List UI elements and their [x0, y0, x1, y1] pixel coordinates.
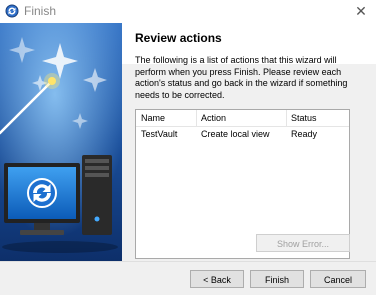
table-row[interactable]: TestVault Create local view Ready: [136, 128, 349, 142]
wizard-content: Review actions The following is a list o…: [122, 23, 376, 261]
finish-button[interactable]: Finish: [250, 270, 304, 288]
window-title: Finish: [24, 4, 57, 18]
app-icon: [5, 4, 19, 18]
column-header-action[interactable]: Action: [201, 113, 226, 123]
title-bar: Finish ✕: [0, 0, 376, 23]
show-error-button[interactable]: Show Error...: [256, 234, 350, 252]
column-divider[interactable]: [196, 110, 197, 126]
page-description: The following is a list of actions that …: [135, 55, 348, 100]
row-name: TestVault: [141, 129, 178, 139]
page-title: Review actions: [135, 31, 222, 45]
row-status: Ready: [291, 129, 318, 139]
close-icon[interactable]: ✕: [352, 2, 370, 20]
column-header-status[interactable]: Status: [291, 113, 317, 123]
back-button[interactable]: < Back: [190, 270, 244, 288]
wizard-footer: < Back Finish Cancel: [0, 261, 376, 295]
wizard-banner: [0, 23, 122, 261]
column-divider[interactable]: [286, 110, 287, 126]
row-action: Create local view: [201, 129, 270, 139]
column-header-name[interactable]: Name: [141, 113, 165, 123]
cancel-button[interactable]: Cancel: [310, 270, 366, 288]
list-header: Name Action Status: [136, 110, 349, 127]
